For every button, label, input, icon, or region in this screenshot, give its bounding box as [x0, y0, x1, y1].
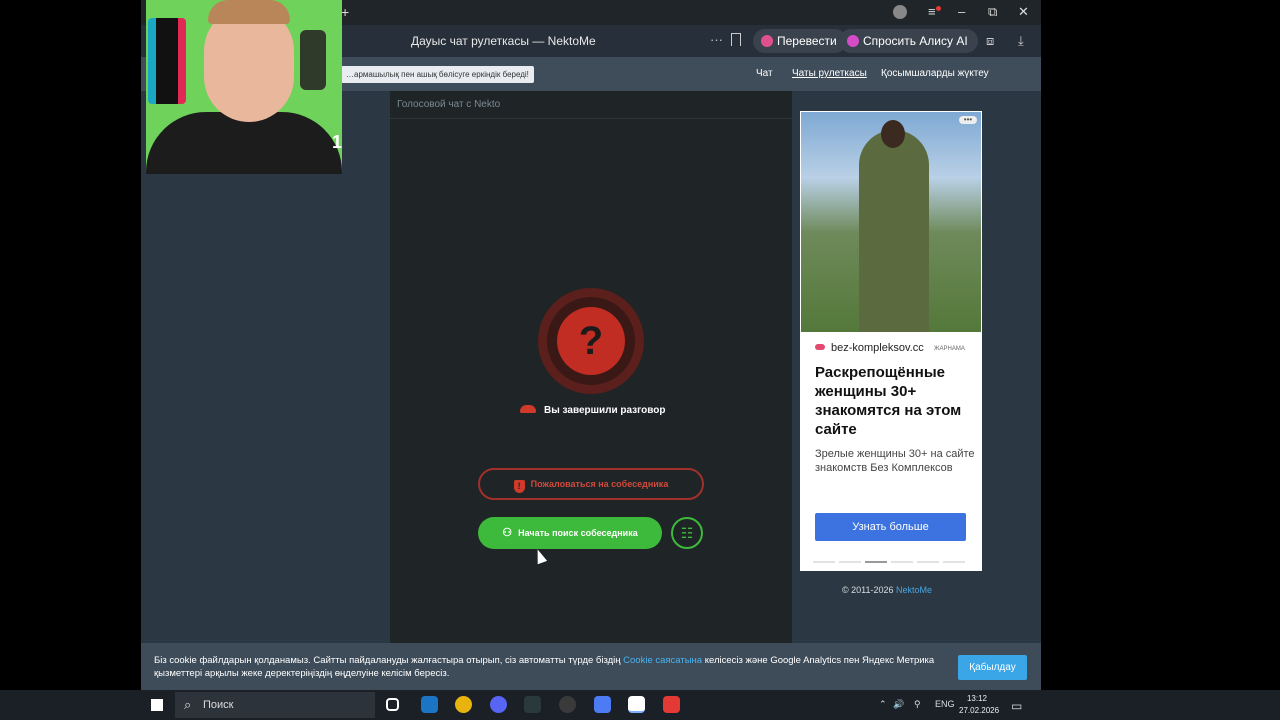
- discord-icon[interactable]: [489, 696, 507, 713]
- steam-icon[interactable]: [420, 696, 438, 713]
- unknown-partner-indicator: ?: [538, 288, 644, 394]
- search-settings-button[interactable]: ☷: [671, 517, 703, 549]
- bookmark-icon[interactable]: [731, 33, 741, 46]
- translate-button[interactable]: Перевести: [753, 29, 847, 53]
- webcam-overlay-number: 1: [332, 132, 342, 152]
- ad-domain[interactable]: bez-kompleksov.cc: [815, 342, 924, 354]
- translate-icon: [761, 35, 773, 47]
- nav-download-apps[interactable]: Қосымшаларды жүктеу: [881, 68, 989, 79]
- more-options-icon[interactable]: ···: [710, 32, 723, 47]
- network-icon[interactable]: ⚲: [914, 699, 921, 710]
- start-search-button[interactable]: ⚇ Начать поиск собеседника: [478, 517, 662, 549]
- mouse-cursor: [532, 547, 548, 565]
- carousel-dot[interactable]: [943, 561, 965, 563]
- tiktok-logo-icon: [148, 18, 186, 104]
- close-button[interactable]: ✕: [1018, 4, 1029, 20]
- ad-carousel-indicator: [813, 561, 969, 563]
- call-status: Вы завершили разговор: [520, 405, 666, 416]
- collections-icon[interactable]: ⧈: [986, 33, 994, 49]
- carousel-dot[interactable]: [813, 561, 835, 563]
- unknown-partner-ring: ?: [547, 297, 635, 385]
- desktop: + ≡ – ⧉ ✕ Дауыс чат рулеткасы — NektoMe …: [0, 0, 1280, 720]
- call-status-text: Вы завершили разговор: [544, 405, 666, 416]
- nav-chat-roulette[interactable]: Чаты рулеткасы: [792, 68, 867, 79]
- chrome-icon[interactable]: [455, 696, 473, 713]
- profile-avatar-icon[interactable]: [893, 5, 907, 19]
- gaming-chair: [300, 30, 326, 90]
- language-indicator[interactable]: ENG: [935, 699, 955, 709]
- carousel-dot[interactable]: [839, 561, 861, 563]
- cookie-text-start: Біз cookie файлдарын қолданамыз. Сайтты …: [154, 655, 621, 666]
- taskbar-clock[interactable]: 13:12 27.02.2026: [959, 693, 1000, 717]
- hang-up-phone-icon: [520, 405, 536, 413]
- translate-button-label: Перевести: [777, 34, 837, 48]
- yandex-browser-icon[interactable]: [628, 696, 646, 713]
- youtube-icon[interactable]: [662, 696, 680, 713]
- report-partner-label: Пожаловаться на собеседника: [530, 479, 669, 489]
- carousel-dot[interactable]: [891, 561, 913, 563]
- ad-person-head: [881, 120, 905, 148]
- advertisement[interactable]: ••• bez-kompleksov.cc ЖАРНАМА Раскрепощё…: [800, 111, 982, 571]
- obs-icon[interactable]: [559, 696, 576, 713]
- ad-more-options-icon[interactable]: •••: [959, 116, 977, 124]
- shield-warning-icon: !: [513, 480, 525, 493]
- user-search-icon: ⚇: [502, 527, 513, 539]
- windows-start-icon[interactable]: [151, 699, 163, 711]
- nav-chat[interactable]: Чат: [756, 68, 773, 79]
- ad-cta-button[interactable]: Узнать больше: [815, 513, 966, 541]
- ad-label: ЖАРНАМА: [934, 346, 965, 352]
- carousel-dot[interactable]: [865, 561, 887, 563]
- tray-overflow-icon[interactable]: ⌃: [879, 699, 887, 710]
- browser-menu-icon[interactable]: ≡: [928, 4, 936, 19]
- voice-chat-panel: Голосовой чат с Nekto ? Вы завершили раз…: [390, 91, 792, 643]
- ad-body: Зрелые женщины 30+ на сайте знакомств Бе…: [815, 448, 975, 474]
- ask-alice-button[interactable]: Спросить Алису AI: [839, 29, 978, 53]
- cookie-banner: Біз cookie файлдарын қолданамыз. Сайтты …: [141, 643, 1041, 690]
- volume-icon[interactable]: 🔊: [893, 699, 904, 710]
- webcam-overlay: 1: [146, 0, 342, 174]
- minimize-button[interactable]: –: [958, 4, 965, 19]
- ad-person-figure: [859, 130, 929, 332]
- accept-cookies-button[interactable]: Қабылдау: [958, 655, 1027, 680]
- downloads-icon[interactable]: ⤓: [1018, 33, 1024, 49]
- carousel-dot[interactable]: [917, 561, 939, 563]
- alice-icon: [847, 35, 859, 47]
- question-mark-icon: ?: [557, 307, 625, 375]
- sliders-icon: ☷: [680, 525, 694, 541]
- terminal-icon[interactable]: [524, 696, 542, 713]
- copyright-text: © 2011-2026: [842, 585, 894, 595]
- chat-panel-title: Голосовой чат с Nekto: [390, 91, 792, 119]
- ad-domain-text: bez-kompleksov.cc: [831, 342, 924, 354]
- brand-link[interactable]: NektoMe: [896, 585, 932, 595]
- header-hint: …армашылық пен ашық бөлісуге еркіндік бе…: [341, 66, 534, 83]
- clock-date: 27.02.2026: [959, 706, 1000, 715]
- notifications-icon[interactable]: ▭: [1011, 699, 1022, 713]
- windows-taskbar: Поиск ⌃ 🔊 ⚲ ENG 13:12 27.02.2026 ▭: [0, 690, 1280, 720]
- report-partner-button[interactable]: ! Пожаловаться на собеседника: [478, 468, 704, 500]
- notification-dot: [936, 6, 941, 11]
- ad-headline[interactable]: Раскрепощённые женщины 30+ знакомятся на…: [815, 363, 975, 439]
- new-tab-button[interactable]: +: [341, 4, 349, 20]
- page-title[interactable]: Дауыс чат рулеткасы — NektoMe: [411, 34, 596, 48]
- cookie-policy-link[interactable]: Cookie саясатына: [623, 655, 702, 666]
- ad-image[interactable]: •••: [801, 112, 981, 332]
- clock-time: 13:12: [966, 694, 988, 703]
- ask-alice-label: Спросить Алису AI: [863, 34, 968, 48]
- lips-logo-icon: [815, 344, 825, 350]
- restore-button[interactable]: ⧉: [988, 4, 997, 20]
- cookie-text: Біз cookie файлдарын қолданамыз. Сайтты …: [154, 654, 944, 680]
- roblox-icon[interactable]: [593, 696, 611, 713]
- task-view-icon[interactable]: [386, 698, 399, 711]
- taskbar-search[interactable]: Поиск: [175, 692, 375, 718]
- copyright: © 2011-2026 NektoMe: [842, 585, 932, 595]
- start-search-label: Начать поиск собеседника: [518, 528, 638, 538]
- webcam-person-hair: [208, 0, 290, 24]
